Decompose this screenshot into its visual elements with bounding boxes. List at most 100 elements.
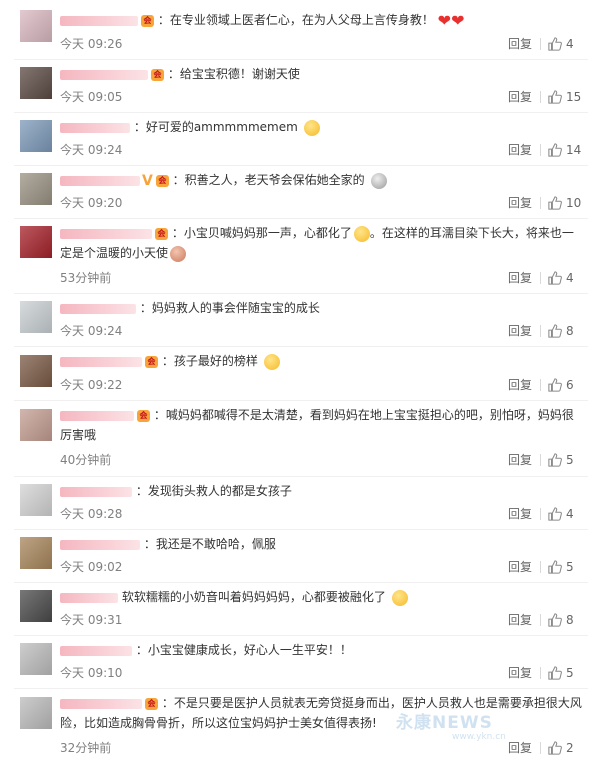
like-count: 5 (566, 453, 574, 467)
comment-text: ：孩子最好的榜样 (161, 354, 258, 368)
thumbs-up-icon[interactable] (548, 143, 562, 157)
divider (540, 454, 541, 466)
username[interactable] (60, 698, 142, 709)
comment-time: 53分钟前 (60, 271, 112, 285)
avatar[interactable] (20, 120, 52, 152)
thumbs-up-icon[interactable] (548, 741, 562, 755)
thumbs-up-icon[interactable] (548, 324, 562, 338)
divider (14, 688, 588, 689)
thumbs-up-icon[interactable] (548, 271, 562, 285)
heart-emoji-icon: ❤ (451, 10, 465, 30)
divider (540, 272, 541, 284)
reply-button[interactable]: 回复 (508, 665, 532, 681)
avatar[interactable] (20, 301, 52, 333)
thumbs-up-icon[interactable] (548, 90, 562, 104)
username[interactable] (60, 410, 134, 421)
reply-button[interactable]: 回复 (508, 142, 532, 158)
avatar[interactable] (20, 226, 52, 258)
username[interactable] (60, 122, 130, 133)
pray-emoji-icon (370, 172, 387, 189)
like-count: 6 (566, 378, 574, 392)
avatar[interactable] (20, 590, 52, 622)
avatar[interactable] (20, 355, 52, 387)
comment-time: 今天 09:24 (60, 324, 123, 338)
member-badge-icon: 会 (151, 68, 164, 81)
avatar[interactable] (20, 537, 52, 569)
member-badge-icon: 会 (145, 355, 158, 368)
divider (14, 346, 588, 347)
reply-button[interactable]: 回复 (508, 270, 532, 286)
username[interactable] (60, 303, 136, 314)
comment-text: ：给宝宝积德！谢谢天使 (167, 67, 300, 81)
divider (540, 325, 541, 337)
blush-emoji-icon (353, 225, 370, 242)
username[interactable] (60, 356, 142, 367)
reply-button[interactable]: 回复 (508, 195, 532, 211)
like-count: 2 (566, 741, 574, 755)
member-badge-icon: 会 (155, 227, 168, 240)
comment-time: 今天 09:22 (60, 378, 123, 392)
username[interactable] (60, 645, 132, 656)
member-badge-icon: 会 (145, 697, 158, 710)
avatar[interactable] (20, 409, 52, 441)
username[interactable] (60, 15, 138, 26)
like-count: 5 (566, 560, 574, 574)
member-badge-icon: 会 (141, 14, 154, 27)
divider (14, 476, 588, 477)
comment-text: ：妈妈救人的事会伴随宝宝的成长 (139, 301, 320, 315)
thumbs-up-icon[interactable] (548, 196, 562, 210)
divider (540, 91, 541, 103)
divider (14, 293, 588, 294)
like-count: 4 (566, 271, 574, 285)
divider (14, 165, 588, 166)
thumbs-up-icon[interactable] (548, 37, 562, 51)
thumbs-up-icon[interactable] (548, 507, 562, 521)
divider (540, 742, 541, 754)
avatar[interactable] (20, 173, 52, 205)
avatar[interactable] (20, 67, 52, 99)
reply-button[interactable]: 回复 (508, 323, 532, 339)
reply-button[interactable]: 回复 (508, 612, 532, 628)
thumbs-up-icon[interactable] (548, 453, 562, 467)
avatar[interactable] (20, 697, 52, 729)
avatar[interactable] (20, 484, 52, 516)
reply-button[interactable]: 回复 (508, 452, 532, 468)
thumbs-up-icon[interactable] (548, 666, 562, 680)
comment-time: 今天 09:20 (60, 196, 123, 210)
avatar[interactable] (20, 10, 52, 42)
username[interactable] (60, 592, 118, 603)
comment-time: 今天 09:26 (60, 37, 123, 51)
reply-button[interactable]: 回复 (508, 506, 532, 522)
thumbs-up-icon[interactable] (548, 378, 562, 392)
like-count: 5 (566, 666, 574, 680)
comment-time: 今天 09:28 (60, 507, 123, 521)
reply-button[interactable]: 回复 (508, 89, 532, 105)
divider (540, 379, 541, 391)
divider (14, 582, 588, 583)
reply-button[interactable]: 回复 (508, 740, 532, 756)
like-count: 8 (566, 613, 574, 627)
avatar[interactable] (20, 643, 52, 675)
username[interactable] (60, 486, 132, 497)
username[interactable] (60, 69, 148, 80)
thumbs-up-icon[interactable] (548, 613, 562, 627)
comment-time: 40分钟前 (60, 453, 112, 467)
reply-button[interactable]: 回复 (508, 36, 532, 52)
comment-text: ：小宝贝喊妈妈那一声，心都化了 (171, 226, 352, 240)
watermark-url: www.ykn.cn (452, 732, 506, 742)
divider (540, 197, 541, 209)
divider (540, 144, 541, 156)
comment-time: 今天 09:05 (60, 90, 123, 104)
comment-list: 会 ：在专业领域上医者仁心，在为人父母上言传身教！ ❤❤ 今天 09:26 回复… (0, 0, 597, 763)
comment-text: ：好可爱的ammmmmemem (133, 120, 298, 134)
kiss-emoji-icon (263, 353, 280, 370)
username[interactable] (60, 228, 152, 239)
username[interactable] (60, 539, 140, 550)
thumbs-up-icon[interactable] (548, 560, 562, 574)
laugh-emoji-icon (391, 589, 408, 606)
reply-button[interactable]: 回复 (508, 559, 532, 575)
comment-text: ：在专业领域上医者仁心，在为人父母上言传身教！ (157, 13, 434, 27)
comment-time: 今天 09:10 (60, 666, 123, 680)
username[interactable] (60, 175, 140, 186)
reply-button[interactable]: 回复 (508, 377, 532, 393)
